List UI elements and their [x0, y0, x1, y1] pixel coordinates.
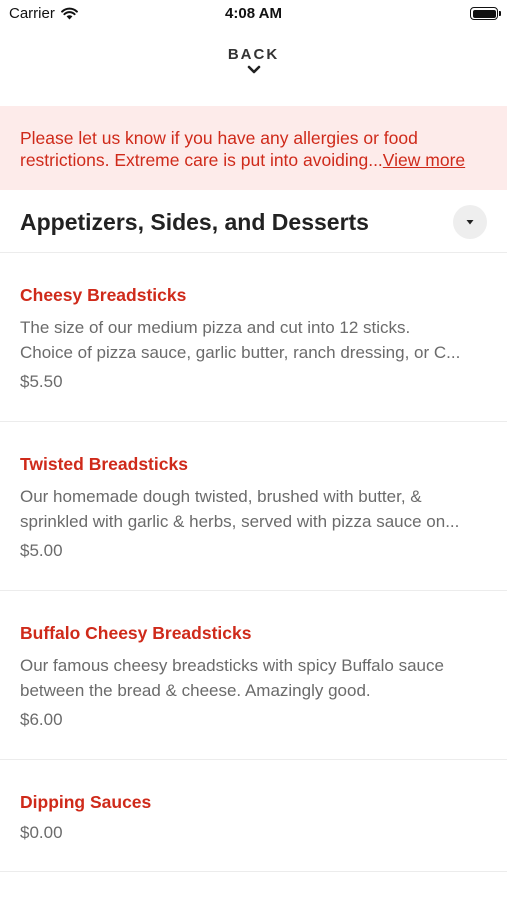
view-more-link[interactable]: View more [383, 150, 465, 170]
caret-down-icon [466, 219, 474, 224]
item-description: The size of our medium pizza and cut int… [20, 315, 487, 365]
item-description: Our famous cheesy breadsticks with spicy… [20, 653, 487, 703]
allergy-notice-banner: Please let us know if you have any aller… [0, 106, 507, 190]
item-price: $5.50 [20, 372, 63, 391]
item-price: $6.00 [20, 710, 63, 729]
menu-item-twisted-breadsticks[interactable]: Twisted Breadsticks Our homemade dough t… [0, 422, 507, 591]
menu-item-dipping-sauces[interactable]: Dipping Sauces $0.00 [0, 760, 507, 872]
item-description-line: Our famous cheesy breadsticks with spicy… [20, 656, 444, 675]
item-price: $5.00 [20, 541, 63, 560]
category-collapse-button[interactable] [453, 205, 487, 239]
item-description-line: The size of our medium pizza and cut int… [20, 318, 411, 337]
item-description-line: sprinkled with garlic & herbs, served wi… [20, 512, 460, 531]
allergy-notice-text: Please let us know if you have any aller… [20, 127, 487, 171]
item-price: $0.00 [20, 823, 63, 842]
item-description-line: between the bread & cheese. Amazingly go… [20, 681, 371, 700]
status-bar: Carrier 4:08 AM [0, 0, 507, 28]
category-header: Appetizers, Sides, and Desserts [0, 190, 507, 253]
item-name: Buffalo Cheesy Breadsticks [20, 623, 252, 643]
item-name: Cheesy Breadsticks [20, 285, 187, 305]
item-description-line: Choice of pizza sauce, garlic butter, ra… [20, 343, 461, 362]
back-label: BACK [227, 46, 280, 63]
battery-icon [470, 7, 501, 20]
category-title: Appetizers, Sides, and Desserts [20, 209, 369, 235]
menu-item-cheesy-breadsticks[interactable]: Cheesy Breadsticks The size of our mediu… [0, 253, 507, 422]
item-description: Our homemade dough twisted, brushed with… [20, 484, 487, 534]
item-name: Dipping Sauces [20, 792, 152, 812]
item-description-line: Our homemade dough twisted, brushed with… [20, 487, 422, 506]
menu-item-list: Cheesy Breadsticks The size of our mediu… [0, 253, 507, 872]
allergy-notice-message: Please let us know if you have any aller… [20, 128, 418, 170]
back-button[interactable]: BACK [0, 46, 507, 75]
menu-item-buffalo-cheesy-breadsticks[interactable]: Buffalo Cheesy Breadsticks Our famous ch… [0, 591, 507, 760]
chevron-down-icon [247, 65, 260, 74]
item-name: Twisted Breadsticks [20, 454, 188, 474]
status-time: 4:08 AM [225, 5, 282, 22]
